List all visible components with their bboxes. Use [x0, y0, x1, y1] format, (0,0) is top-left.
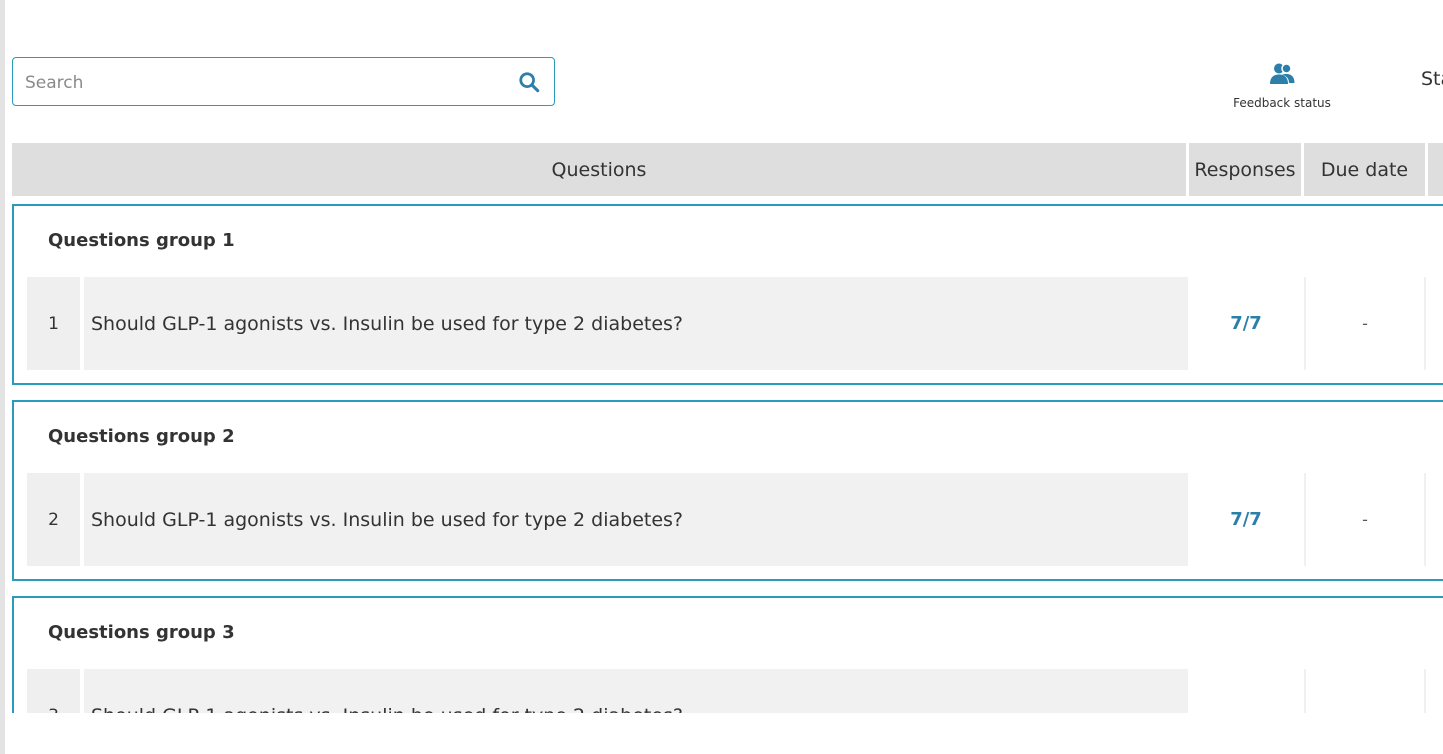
group-title: Questions group 3 [48, 622, 235, 643]
question-text[interactable]: Should GLP-1 agonists vs. Insulin be use… [84, 277, 1188, 370]
table-header: Questions Responses Due date [12, 143, 1443, 196]
responses-link[interactable] [1190, 669, 1302, 713]
column-header-questions[interactable]: Questions [12, 143, 1186, 196]
search-icon[interactable] [518, 71, 540, 93]
column-header-responses[interactable]: Responses [1189, 143, 1301, 196]
due-date-value: - [1304, 277, 1426, 370]
questions-group: Questions group 3 3 Should GLP-1 agonist… [12, 596, 1443, 713]
questions-group: Questions group 1 1 Should GLP-1 agonist… [12, 204, 1443, 385]
question-number: 3 [27, 669, 80, 713]
users-icon [1270, 63, 1295, 84]
question-number: 1 [27, 277, 80, 370]
status-button-partial[interactable]: Sta [1421, 68, 1443, 90]
table-row[interactable]: 1 Should GLP-1 agonists vs. Insulin be u… [27, 277, 1443, 370]
due-date-value: - [1304, 473, 1426, 566]
column-header-status-partial [1428, 143, 1443, 196]
table-row[interactable]: 2 Should GLP-1 agonists vs. Insulin be u… [27, 473, 1443, 566]
group-title: Questions group 2 [48, 426, 235, 447]
questions-page: Feedback status Sta Questions Responses … [0, 0, 1443, 713]
feedback-status-label: Feedback status [1233, 96, 1331, 110]
question-number: 2 [27, 473, 80, 566]
search-box[interactable] [12, 57, 555, 107]
due-date-value [1304, 669, 1426, 713]
responses-link[interactable]: 7/7 [1190, 473, 1302, 566]
question-text[interactable]: Should GLP-1 agonists vs. Insulin be use… [84, 669, 1188, 713]
question-text[interactable]: Should GLP-1 agonists vs. Insulin be use… [84, 473, 1188, 566]
feedback-status-button[interactable]: Feedback status [1222, 60, 1342, 116]
search-input[interactable] [23, 58, 497, 107]
column-header-due-date[interactable]: Due date [1304, 143, 1425, 196]
table-row[interactable]: 3 Should GLP-1 agonists vs. Insulin be u… [27, 669, 1443, 713]
group-title: Questions group 1 [48, 230, 235, 251]
questions-group: Questions group 2 2 Should GLP-1 agonist… [12, 400, 1443, 581]
responses-link[interactable]: 7/7 [1190, 277, 1302, 370]
